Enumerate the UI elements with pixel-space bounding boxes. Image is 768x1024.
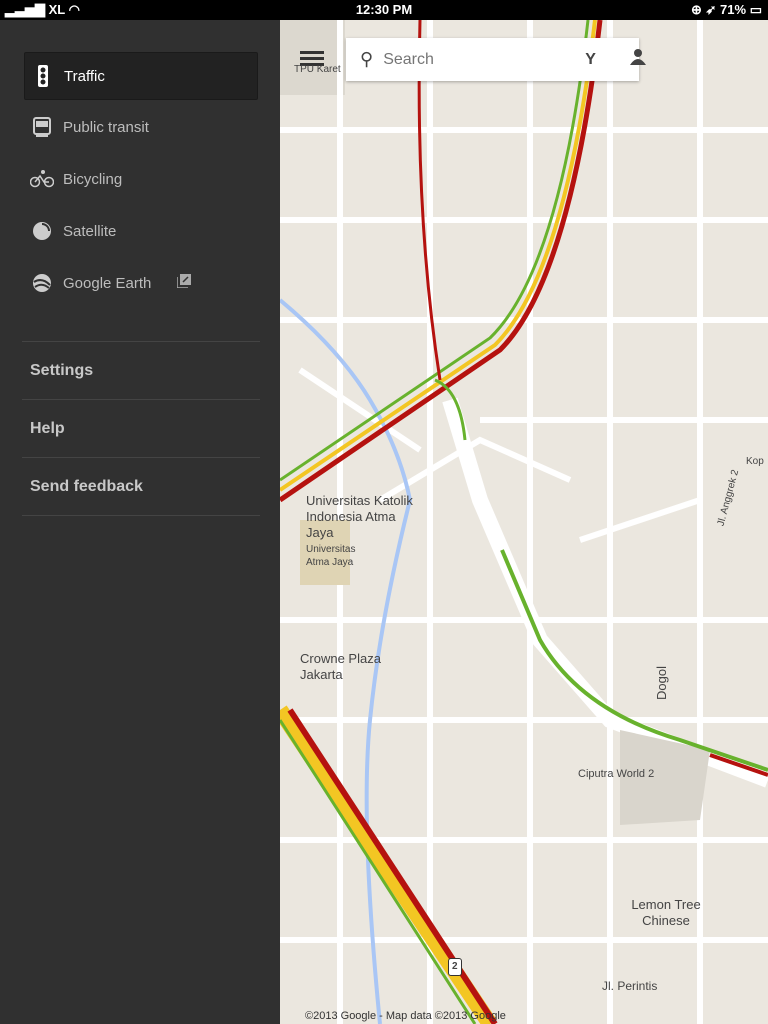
account-icon[interactable] (629, 49, 646, 70)
map-label: Universitas Atma Jaya (306, 544, 356, 568)
map-label: Kop (746, 456, 764, 467)
route-shield: 2 (448, 958, 462, 976)
rotation-lock-icon: ⊕ (690, 2, 702, 17)
location-icon: ➶ (705, 2, 717, 17)
layers-sidebar: Traffic Public transit Bicycling Satelli… (0, 20, 280, 1024)
help-link[interactable]: Help (22, 399, 260, 457)
map-label: Ciputra World 2 (578, 768, 655, 780)
battery: ⊕ ➶ 71% ▭ (690, 2, 762, 17)
map-label: Universitas Katolik Indonesia Atma Jaya (306, 493, 413, 540)
copyright: ©2013 Google - Map data ©2013 Google (305, 1010, 506, 1022)
directions-icon[interactable]: Y (585, 51, 596, 69)
satellite-icon (30, 221, 54, 241)
status-bar: ▂▃▅▇ XL ◠ 12:30 PM ⊕ ➶ 71% ▭ (0, 0, 768, 20)
search-input[interactable] (381, 49, 546, 70)
map-label: Dogol (653, 666, 669, 700)
settings-link[interactable]: Settings (22, 341, 260, 399)
search-bar: ⚲ Y (346, 38, 646, 81)
external-link-icon (176, 274, 192, 292)
train-icon (30, 117, 54, 137)
layer-public-transit[interactable]: Public transit (24, 104, 256, 150)
clock: 12:30 PM (355, 2, 413, 17)
traffic-light-icon (31, 65, 55, 87)
bicycle-icon (30, 170, 54, 188)
map-view[interactable]: TPU Karet ⚲ Y Universitas Katolik Indone… (280, 20, 768, 1024)
google-earth-icon (30, 273, 54, 293)
layer-traffic[interactable]: Traffic (24, 52, 258, 100)
layer-satellite[interactable]: Satellite (24, 208, 256, 254)
map-label: Jl. Perintis (602, 979, 658, 993)
layer-google-earth[interactable]: Google Earth (24, 260, 256, 306)
search-icon: ⚲ (360, 49, 374, 69)
map-label: Crowne Plaza Jakarta (300, 651, 381, 682)
map-label: TPU Karet (294, 64, 341, 75)
battery-icon: ▭ (749, 2, 762, 17)
layer-bicycling[interactable]: Bicycling (24, 156, 256, 202)
send-feedback-link[interactable]: Send feedback (22, 457, 260, 516)
map-label: Lemon Tree Chinese (631, 897, 701, 928)
